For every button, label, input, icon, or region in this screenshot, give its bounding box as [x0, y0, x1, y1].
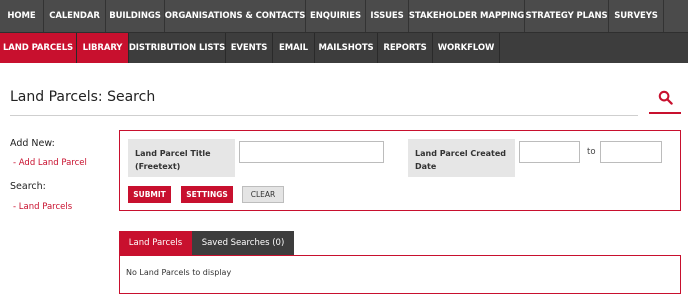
page-title: Land Parcels: Search	[10, 89, 156, 105]
clear-button[interactable]: CLEAR	[242, 186, 284, 203]
created-date-from-input[interactable]	[519, 141, 580, 163]
nav-mailshots[interactable]: MAILSHOTS	[315, 33, 378, 63]
nav-events[interactable]: EVENTS	[226, 33, 273, 63]
nav-distribution-lists[interactable]: DISTRIBUTION LISTS	[129, 33, 226, 63]
settings-button[interactable]: SETTINGS	[181, 186, 233, 203]
empty-results-message: No Land Parcels to display	[126, 268, 232, 277]
nav-enquiries[interactable]: ENQUIRIES	[306, 0, 366, 32]
nav-stakeholder-mapping[interactable]: STAKEHOLDER MAPPING	[409, 0, 525, 32]
created-date-to-input[interactable]	[600, 141, 662, 163]
nav-reports[interactable]: REPORTS	[378, 33, 433, 63]
title-divider	[10, 115, 638, 116]
nav-email[interactable]: EMAIL	[273, 33, 315, 63]
search-heading: Search:	[10, 181, 46, 192]
nav-land-parcels[interactable]: LAND PARCELS	[0, 33, 77, 63]
add-land-parcel-link[interactable]: - Add Land Parcel	[13, 158, 87, 168]
search-button[interactable]	[649, 90, 681, 114]
nav-home[interactable]: HOME	[0, 0, 44, 32]
nav-workflow[interactable]: WORKFLOW	[433, 33, 500, 63]
submit-button[interactable]: SUBMIT	[128, 186, 171, 203]
nav-library[interactable]: LIBRARY	[77, 33, 129, 63]
nav-strategy-plans[interactable]: STRATEGY PLANS	[525, 0, 609, 32]
created-date-filter-label: Land Parcel Created Date	[408, 139, 515, 177]
title-filter-label: Land Parcel Title (Freetext)	[128, 139, 235, 177]
add-new-heading: Add New:	[10, 138, 55, 149]
tab-saved-searches[interactable]: Saved Searches (0)	[192, 231, 294, 255]
nav-issues[interactable]: ISSUES	[366, 0, 409, 32]
nav-buildings[interactable]: BUILDINGS	[106, 0, 165, 32]
title-filter-input[interactable]	[239, 141, 384, 163]
search-icon	[658, 90, 673, 105]
secondary-nav: LAND PARCELS LIBRARY DISTRIBUTION LISTS …	[0, 33, 688, 63]
land-parcels-search-link[interactable]: - Land Parcels	[13, 202, 72, 212]
tab-land-parcels[interactable]: Land Parcels	[119, 231, 192, 255]
date-range-to-label: to	[587, 147, 596, 157]
primary-nav: HOME CALENDAR BUILDINGS ORGANISATIONS & …	[0, 0, 688, 33]
nav-organisations-contacts[interactable]: ORGANISATIONS & CONTACTS	[165, 0, 306, 32]
nav-surveys[interactable]: SURVEYS	[609, 0, 664, 32]
nav-calendar[interactable]: CALENDAR	[44, 0, 106, 32]
